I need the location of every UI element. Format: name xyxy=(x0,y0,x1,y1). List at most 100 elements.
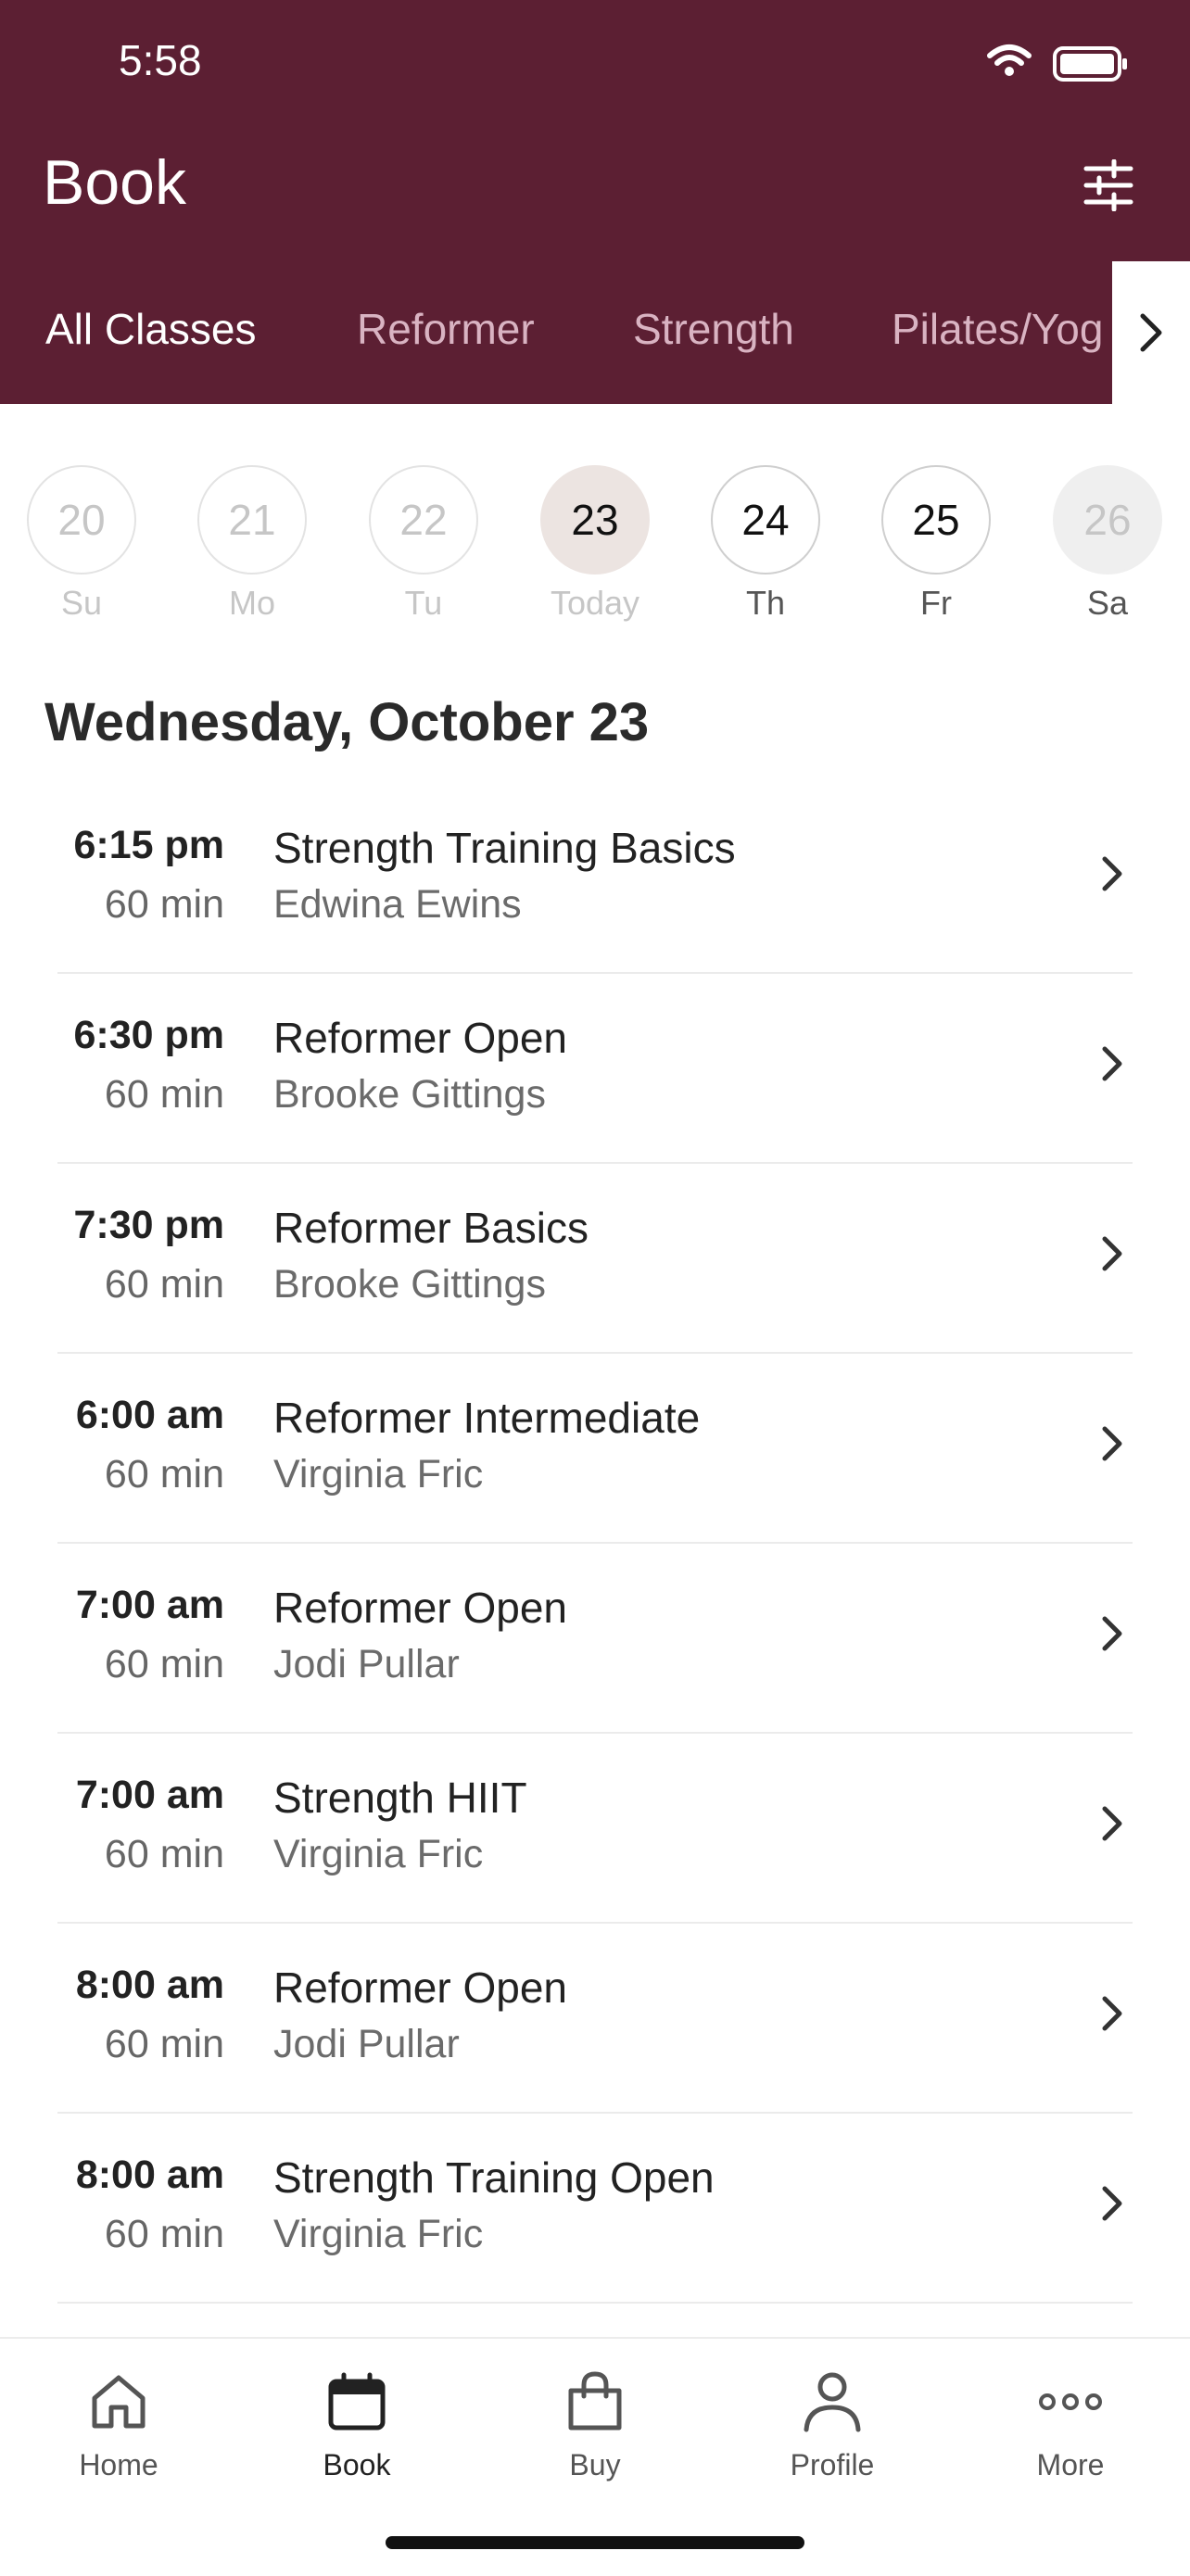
date-weekday: Su xyxy=(60,584,103,622)
filter-icon[interactable] xyxy=(1082,159,1134,211)
nav-book[interactable]: Book xyxy=(264,2361,449,2482)
date-number: 24 xyxy=(711,465,820,575)
date-weekday: Fr xyxy=(920,584,952,622)
calendar-icon xyxy=(328,2372,386,2431)
chevron-right-icon xyxy=(1102,1806,1122,1841)
class-row[interactable]: 7:30 pm 60 min Reformer Basics Brooke Gi… xyxy=(0,1164,1190,1354)
class-duration: 60 min xyxy=(104,1642,224,1686)
date-weekday: Mo xyxy=(228,584,275,622)
shopping-bag-icon xyxy=(568,2371,622,2431)
date-25[interactable]: 25 Fr xyxy=(880,465,992,623)
home-icon xyxy=(92,2375,146,2429)
class-name: Strength HIIT xyxy=(273,1774,527,1822)
class-row[interactable]: 6:00 am 60 min Reformer Intermediate Vir… xyxy=(0,1354,1190,1544)
category-tabs: All Classes Reformer Strength Pilates/Yo… xyxy=(0,295,1112,373)
class-instructor: Jodi Pullar xyxy=(273,1642,460,1686)
class-duration: 60 min xyxy=(104,2212,224,2256)
date-22[interactable]: 22 Tu xyxy=(368,465,479,623)
class-duration: 60 min xyxy=(104,1452,224,1496)
class-row[interactable]: 8:00 am 60 min Strength Training Open Vi… xyxy=(0,2114,1190,2304)
class-name: Strength Training Basics xyxy=(273,824,736,872)
divider xyxy=(57,2302,1133,2304)
chevron-right-icon xyxy=(1102,1426,1122,1461)
battery-icon xyxy=(1053,46,1127,82)
class-duration: 60 min xyxy=(104,1832,224,1876)
tab-all-classes[interactable]: All Classes xyxy=(45,304,257,354)
date-number: 23 xyxy=(540,465,650,575)
nav-label: Buy xyxy=(569,2448,621,2481)
class-duration: 60 min xyxy=(104,882,224,927)
class-row[interactable]: 7:00 am 60 min Strength HIIT Virginia Fr… xyxy=(0,1734,1190,1924)
date-number: 20 xyxy=(27,465,136,575)
tab-reformer[interactable]: Reformer xyxy=(357,304,535,354)
user-icon xyxy=(804,2372,861,2432)
page-title: Book xyxy=(43,147,186,218)
class-time: 7:00 am xyxy=(75,1583,224,1627)
chevron-right-icon xyxy=(1102,1236,1122,1271)
tabs-scroll-next[interactable] xyxy=(1112,261,1190,404)
home-indicator xyxy=(386,2536,804,2549)
class-time: 8:00 am xyxy=(75,1963,224,2007)
date-number: 22 xyxy=(369,465,478,575)
nav-profile[interactable]: Profile xyxy=(740,2361,925,2482)
class-time: 6:15 pm xyxy=(73,823,224,867)
class-name: Reformer Intermediate xyxy=(273,1394,701,1442)
tab-strength[interactable]: Strength xyxy=(633,304,794,354)
class-time: 8:00 am xyxy=(75,2153,224,2197)
date-weekday: Sa xyxy=(1086,584,1129,622)
class-instructor: Edwina Ewins xyxy=(273,882,522,927)
chevron-right-icon xyxy=(1102,1996,1122,2031)
nav-buy[interactable]: Buy xyxy=(502,2361,688,2482)
chevron-right-icon xyxy=(1102,856,1122,891)
nav-home[interactable]: Home xyxy=(26,2361,211,2482)
chevron-right-icon xyxy=(1102,1046,1122,1081)
date-number: 25 xyxy=(881,465,991,575)
class-row[interactable]: 7:00 am 60 min Reformer Open Jodi Pullar xyxy=(0,1544,1190,1734)
date-20[interactable]: 20 Su xyxy=(26,465,137,623)
class-name: Reformer Open xyxy=(273,1584,568,1632)
class-name: Reformer Open xyxy=(273,1014,568,1062)
date-21[interactable]: 21 Mo xyxy=(196,465,308,623)
nav-label: Profile xyxy=(790,2448,875,2481)
nav-label: Home xyxy=(79,2448,158,2481)
class-instructor: Brooke Gittings xyxy=(273,1072,546,1117)
class-duration: 60 min xyxy=(104,1072,224,1117)
class-instructor: Brooke Gittings xyxy=(273,1262,546,1307)
wifi-icon xyxy=(987,44,1032,76)
date-weekday: Today xyxy=(550,584,640,622)
nav-label: More xyxy=(1036,2448,1105,2481)
date-weekday: Th xyxy=(745,584,785,622)
date-26[interactable]: 26 Sa xyxy=(1052,465,1163,623)
class-time: 7:00 am xyxy=(75,1773,224,1817)
tab-pilates-yoga[interactable]: Pilates/Yog xyxy=(892,304,1103,354)
status-time: 5:58 xyxy=(119,36,202,84)
class-time: 7:30 pm xyxy=(73,1203,224,1247)
date-number: 21 xyxy=(197,465,307,575)
date-number: 26 xyxy=(1053,465,1162,575)
class-name: Strength Training Open xyxy=(273,2153,715,2202)
more-icon xyxy=(1039,2393,1102,2410)
chevron-right-icon xyxy=(1102,2186,1122,2221)
class-time: 6:30 pm xyxy=(73,1013,224,1057)
chevron-right-icon xyxy=(1102,1616,1122,1651)
class-duration: 60 min xyxy=(104,2022,224,2066)
class-row[interactable]: 8:00 am 60 min Reformer Open Jodi Pullar xyxy=(0,1924,1190,2114)
date-24[interactable]: 24 Th xyxy=(710,465,821,623)
nav-label: Book xyxy=(323,2448,391,2481)
app-header: 5:58 Book All Classes Reformer Strength … xyxy=(0,0,1190,404)
date-23-today[interactable]: 23 Today xyxy=(539,465,651,623)
class-instructor: Virginia Fric xyxy=(273,1832,484,1876)
class-instructor: Jodi Pullar xyxy=(273,2022,460,2066)
class-row[interactable]: 6:30 pm 60 min Reformer Open Brooke Gitt… xyxy=(0,974,1190,1164)
class-name: Reformer Basics xyxy=(273,1204,589,1252)
class-duration: 60 min xyxy=(104,1262,224,1307)
day-heading: Wednesday, October 23 xyxy=(44,692,650,752)
class-time: 6:00 am xyxy=(75,1393,224,1437)
class-name: Reformer Open xyxy=(273,1964,568,2012)
date-weekday: Tu xyxy=(404,584,443,622)
chevron-right-icon xyxy=(1140,313,1162,352)
nav-more[interactable]: More xyxy=(978,2361,1163,2482)
class-instructor: Virginia Fric xyxy=(273,2212,484,2256)
class-row[interactable]: 6:15 pm 60 min Strength Training Basics … xyxy=(0,784,1190,974)
class-instructor: Virginia Fric xyxy=(273,1452,484,1496)
